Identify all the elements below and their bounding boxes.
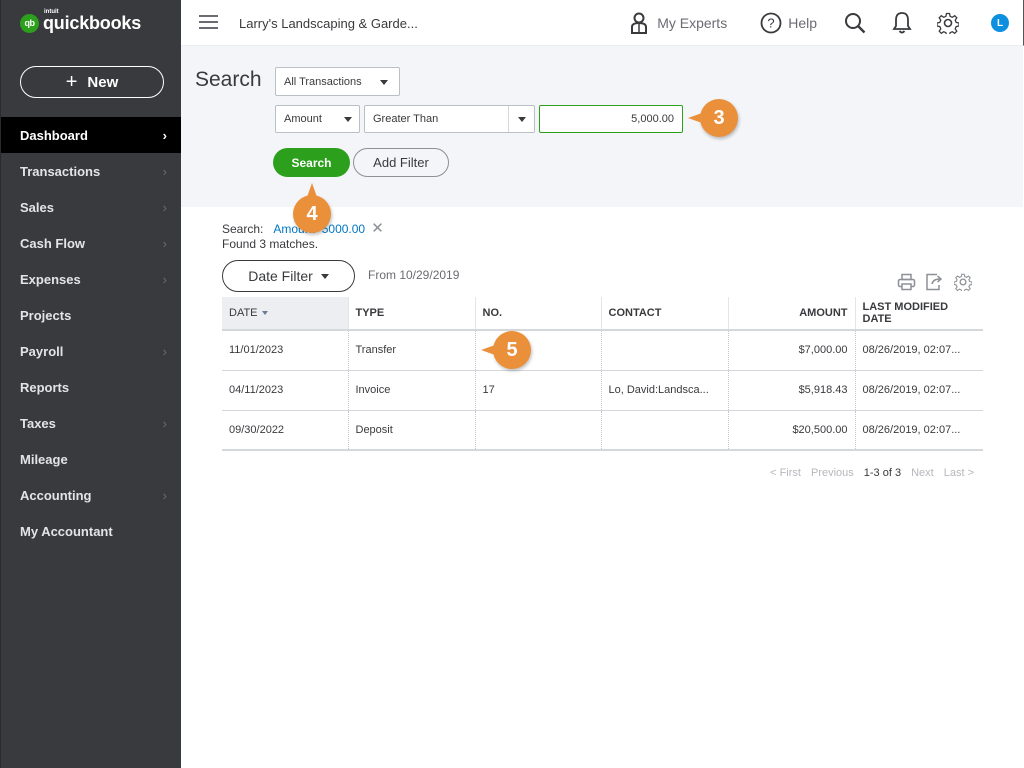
chevron-right-icon: ›: [162, 163, 167, 179]
cell-type: Deposit: [348, 410, 476, 451]
my-experts-link[interactable]: My Experts: [630, 12, 727, 34]
chevron-right-icon: ›: [162, 415, 167, 431]
cell-contact: [601, 330, 729, 371]
step-callout-5: 5: [481, 331, 531, 369]
table-tools: [897, 273, 972, 291]
cell-type: Transfer: [348, 330, 476, 371]
pager-current: 1-3 of 3: [863, 467, 902, 479]
gear-icon[interactable]: [937, 12, 959, 34]
cell-last-modified: 08/26/2019, 02:07...: [855, 410, 983, 451]
search-label: Search:: [222, 222, 264, 236]
search-button[interactable]: Search: [273, 148, 350, 177]
qb-logo-icon: qb: [20, 13, 39, 33]
chevron-right-icon: ›: [162, 127, 167, 143]
svg-text:?: ?: [768, 16, 775, 31]
table-row[interactable]: 11/01/2023 Transfer $7,000.00 08/26/2019…: [222, 330, 983, 371]
sidebar-item-cash-flow[interactable]: Cash Flow ›: [1, 225, 181, 261]
cell-last-modified: 08/26/2019, 02:07...: [855, 330, 983, 371]
cell-amount: $5,918.43: [728, 370, 856, 411]
date-range-text: From 10/29/2019: [368, 268, 460, 282]
sidebar-nav: Dashboard › Transactions › Sales › Cash Flo…: [1, 117, 181, 549]
chevron-right-icon: ›: [162, 235, 167, 251]
user-avatar[interactable]: L: [991, 14, 1009, 32]
bell-icon[interactable]: [892, 11, 912, 35]
results-table: DATE TYPE NO. CONTACT AMOUNT LAST MODIFI…: [222, 297, 983, 451]
cell-date: 09/30/2022: [222, 410, 349, 451]
pager-previous[interactable]: Previous: [811, 467, 854, 479]
settings-gear-icon[interactable]: [954, 273, 972, 291]
date-filter-button[interactable]: Date Filter: [222, 260, 355, 292]
sidebar-item-expenses[interactable]: Expenses ›: [1, 261, 181, 297]
table-row[interactable]: 09/30/2022 Deposit $20,500.00 08/26/2019…: [222, 410, 983, 451]
dropdown-caret-icon: [344, 117, 352, 122]
logo-text: quickbooks: [43, 13, 142, 33]
sidebar-item-accounting[interactable]: Accounting ›: [1, 477, 181, 513]
found-count: Found 3 matches.: [222, 237, 319, 251]
clear-search-icon[interactable]: ✕: [367, 220, 384, 237]
cell-no: 17: [475, 370, 602, 411]
sidebar-item-reports[interactable]: Reports: [1, 369, 181, 405]
pager-last[interactable]: Last >: [944, 467, 974, 479]
help-link[interactable]: ? Help: [760, 12, 817, 34]
column-header-contact[interactable]: CONTACT: [601, 297, 729, 331]
sidebar-item-sales[interactable]: Sales ›: [1, 189, 181, 225]
hamburger-menu-icon[interactable]: [199, 15, 218, 30]
chevron-right-icon: ›: [162, 271, 167, 287]
pager-first[interactable]: < First: [770, 467, 801, 479]
step-callout-3: 3: [688, 99, 738, 137]
column-header-amount[interactable]: AMOUNT: [728, 297, 856, 331]
sidebar: qb intuit quickbooks + New Dashboard › Tr…: [0, 0, 181, 768]
dropdown-caret-icon: [518, 117, 526, 122]
chevron-right-icon: ›: [162, 343, 167, 359]
cell-date: 11/01/2023: [222, 330, 349, 371]
sidebar-item-transactions[interactable]: Transactions ›: [1, 153, 181, 189]
amount-value-input[interactable]: [539, 105, 683, 133]
cell-no: [475, 410, 602, 451]
cell-date: 04/11/2023: [222, 370, 349, 411]
step-callout-4: 4: [293, 183, 331, 233]
filter-field-select[interactable]: Amount: [275, 105, 360, 133]
filter-operator-select[interactable]: Greater Than: [364, 105, 535, 133]
column-header-no[interactable]: NO.: [475, 297, 602, 331]
top-bar: Larry's Landscaping & Garde... My Expert…: [181, 0, 1024, 46]
pager-next[interactable]: Next: [911, 467, 934, 479]
sort-desc-icon: [261, 311, 268, 316]
transaction-type-select[interactable]: All Transactions: [275, 67, 400, 96]
plus-icon: +: [65, 71, 78, 93]
export-icon[interactable]: [925, 273, 945, 291]
cell-contact: [601, 410, 729, 451]
cell-amount: $7,000.00: [728, 330, 856, 371]
sidebar-item-mileage[interactable]: Mileage: [1, 441, 181, 477]
search-icon[interactable]: [844, 12, 866, 34]
table-header-row: DATE TYPE NO. CONTACT AMOUNT LAST MODIFI…: [222, 297, 983, 331]
column-header-last-modified[interactable]: LAST MODIFIED DATE: [855, 297, 983, 331]
cell-contact-link[interactable]: Lo, David:Landsca...: [601, 370, 729, 411]
dropdown-caret-icon: [320, 273, 329, 279]
sidebar-item-projects[interactable]: Projects: [1, 297, 181, 333]
company-name: Larry's Landscaping & Garde...: [239, 16, 418, 31]
dropdown-caret-icon: [380, 80, 388, 85]
quickbooks-logo[interactable]: qb intuit quickbooks: [20, 9, 142, 33]
page-title: Search: [195, 68, 262, 91]
chevron-right-icon: ›: [162, 199, 167, 215]
column-header-date[interactable]: DATE: [222, 297, 349, 331]
new-button-label: New: [87, 73, 119, 91]
sidebar-item-taxes[interactable]: Taxes ›: [1, 405, 181, 441]
logo-intuit-text: intuit: [44, 9, 59, 15]
pagination: < First Previous 1-3 of 3 Next Last >: [770, 467, 974, 479]
add-filter-button[interactable]: Add Filter: [353, 148, 449, 177]
cell-last-modified: 08/26/2019, 02:07...: [855, 370, 983, 411]
table-row[interactable]: 04/11/2023 Invoice 17 Lo, David:Landsca.…: [222, 370, 983, 411]
sidebar-item-my-accountant[interactable]: My Accountant: [1, 513, 181, 549]
cell-amount: $20,500.00: [728, 410, 856, 451]
column-header-type[interactable]: TYPE: [348, 297, 476, 331]
chevron-right-icon: ›: [162, 487, 167, 503]
help-icon: ?: [760, 12, 782, 34]
sidebar-item-dashboard[interactable]: Dashboard ›: [1, 117, 181, 153]
expert-person-icon: [631, 12, 648, 34]
sidebar-item-payroll[interactable]: Payroll ›: [1, 333, 181, 369]
cell-type: Invoice: [348, 370, 476, 411]
print-icon[interactable]: [897, 273, 916, 291]
new-button[interactable]: + New: [20, 66, 164, 98]
